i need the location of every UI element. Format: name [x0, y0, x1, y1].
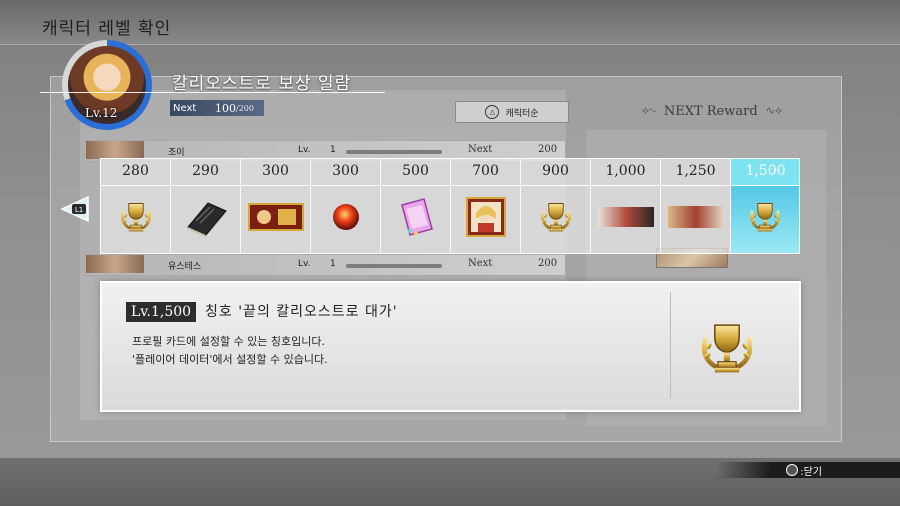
reward-level: 700 [472, 163, 499, 179]
screen-title: 캐릭터 레벨 확인 [42, 19, 172, 39]
orb-icon [332, 204, 359, 230]
reward-cell[interactable]: 290 [171, 159, 241, 253]
reward-level: 290 [192, 163, 219, 179]
reward-cell[interactable]: 280 [101, 159, 171, 253]
banner-icon [667, 206, 724, 228]
character-thumbnail [86, 141, 144, 159]
reward-level: 900 [542, 163, 569, 179]
reward-cell-selected[interactable]: 1,500 [731, 159, 800, 253]
next-reward-header: ⟡∿ NEXT Reward ∿⟡ [624, 100, 800, 122]
list-item-name: 유스테스 [168, 262, 202, 272]
next-label: Next [173, 102, 197, 114]
close-label: :닫기 [800, 466, 822, 478]
reward-cell[interactable]: 300 [311, 159, 381, 253]
character-level: Lv.12 [85, 106, 118, 120]
next-max: /200 [236, 103, 254, 113]
cell-divider [101, 185, 170, 186]
next-current: 100 [215, 101, 236, 115]
cell-divider [171, 185, 240, 186]
character-thumbnail [86, 255, 144, 273]
detail-divider [670, 292, 671, 398]
reward-level: 1,500 [745, 163, 786, 179]
exp-bar [346, 150, 442, 154]
detail-level-badge: Lv.1,500 [126, 302, 197, 322]
next-reward-label: NEXT Reward [663, 103, 758, 119]
cell-divider [381, 185, 450, 186]
cell-divider [731, 185, 800, 186]
circle-button-icon [786, 464, 799, 476]
cell-divider [241, 185, 310, 186]
list-item-next-value: 200 [538, 144, 558, 155]
cell-divider [591, 185, 660, 186]
list-item-lv: 1 [330, 259, 336, 269]
list-item[interactable] [84, 254, 566, 276]
reward-cell[interactable]: 700 [451, 159, 521, 253]
reward-level: 300 [262, 163, 289, 179]
next-exp-box: Next 100 /200 [170, 100, 264, 116]
cell-divider [311, 185, 380, 186]
detail-reward-name: 칭호 '끝의 칼리오스트로 대가' [205, 304, 398, 320]
reward-strip: 280 290 300 300 500 700 900 1,000 1,250 … [100, 158, 800, 254]
reward-cell[interactable]: 900 [521, 159, 591, 253]
l1-label: L1 [75, 206, 83, 214]
trophy-icon [118, 198, 154, 236]
list-item-lv-label: Lv. [298, 259, 311, 269]
reward-cell[interactable]: 500 [381, 159, 451, 253]
list-item-next-label: Next [468, 258, 493, 269]
list-item-name: 조이 [168, 148, 185, 158]
prev-page-button[interactable]: L1 [60, 195, 90, 223]
exp-bar [346, 264, 442, 268]
title-underline [40, 92, 385, 93]
close-button[interactable]: :닫기 [716, 462, 900, 478]
portrait-icon [465, 197, 506, 237]
reward-cell[interactable]: 1,250 [661, 159, 731, 253]
list-item-next-value: 200 [538, 258, 558, 269]
triangle-button-icon: △ [485, 105, 500, 119]
trophy-icon [747, 198, 783, 236]
reward-list-title: 칼리오스트로 보상 일람 [172, 74, 352, 94]
reward-level: 1,000 [605, 163, 646, 179]
sort-button[interactable]: △ 캐릭터순 [455, 101, 569, 123]
book-icon [186, 202, 227, 237]
crystal-icon [400, 198, 433, 236]
cell-divider [521, 185, 590, 186]
trophy-icon [538, 198, 574, 236]
trophy-icon [695, 316, 759, 380]
reward-cell[interactable]: 300 [241, 159, 311, 253]
reward-level: 1,250 [675, 163, 716, 179]
detail-description-2: '플레이어 데이터'에서 설정할 수 있습니다. [132, 353, 328, 366]
sort-button-label: 캐릭터순 [505, 108, 539, 119]
list-item-lv: 1 [330, 145, 336, 155]
banner-icon [597, 207, 654, 227]
list-item-next-label: Next [468, 144, 493, 155]
reward-cell[interactable]: 1,000 [591, 159, 661, 253]
reward-level: 280 [122, 163, 149, 179]
detail-description-1: 프로필 카드에 설정할 수 있는 칭호입니다. [132, 335, 326, 348]
card-icon [247, 203, 304, 231]
cell-divider [661, 185, 730, 186]
ornament-right-icon: ∿⟡ [765, 104, 783, 117]
list-item-lv-label: Lv. [298, 145, 311, 155]
reward-level: 300 [332, 163, 359, 179]
reward-level: 500 [402, 163, 429, 179]
cell-divider [451, 185, 520, 186]
ornament-left-icon: ⟡∿ [641, 104, 656, 117]
